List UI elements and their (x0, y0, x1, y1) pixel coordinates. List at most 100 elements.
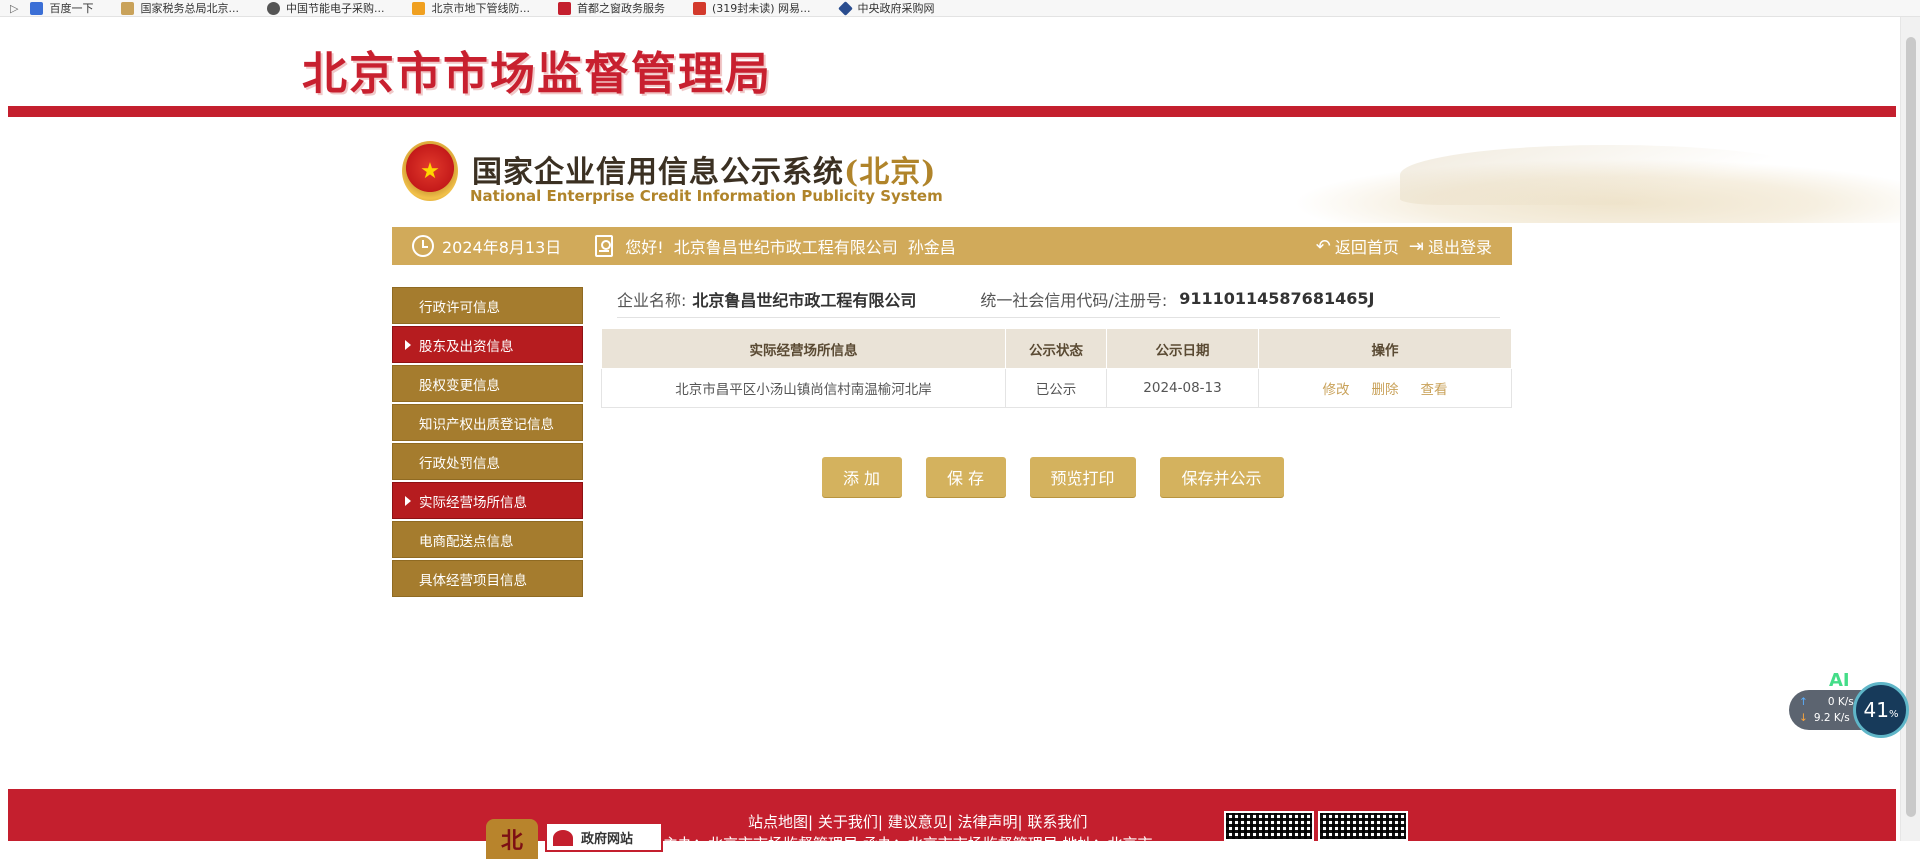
download-value: 9.2 (1813, 712, 1831, 724)
bookmark-favicon-icon (837, 0, 853, 16)
qr-code-icon (1224, 811, 1314, 841)
system-title-region: (北京) (844, 155, 937, 190)
view-link[interactable]: 查看 (1421, 382, 1448, 398)
top-banner: 北京市市场监督管理局 (8, 17, 1896, 117)
usage-percent-sign: % (1888, 708, 1899, 720)
sidebar-item-admin-penalty[interactable]: 行政处罚信息 (392, 443, 583, 480)
table-header-row: 实际经营场所信息 公示状态 公示日期 操作 (601, 328, 1512, 369)
footer-links: 站点地图| 关于我们| 建议意见| 法律声明| 联系我们 (748, 813, 1088, 831)
logged-in-user: 孙金昌 (907, 238, 956, 257)
bookmark-label: 百度一下 (49, 1, 94, 15)
save-button[interactable]: 保 存 (925, 457, 1006, 497)
preview-print-button[interactable]: 预览打印 (1029, 457, 1136, 497)
premises-table: 实际经营场所信息 公示状态 公示日期 操作 北京市昌平区小汤山镇尚信村南温榆河北… (601, 328, 1512, 408)
bookmarks-expand-icon[interactable]: ▷ (10, 2, 18, 15)
main-content: 企业名称: 北京鲁昌世纪市政工程有限公司 统一社会信用代码/注册号: 91110… (601, 280, 1512, 497)
national-emblem-icon: ★ (402, 141, 458, 201)
sidebar-item-business-projects[interactable]: 具体经营项目信息 (392, 560, 583, 597)
banner-divider (8, 106, 1896, 117)
bookmark-item[interactable]: (319封未读) 网易... (692, 1, 811, 15)
bookmark-favicon-icon (121, 1, 135, 15)
bookmark-favicon-icon (692, 1, 706, 15)
mountain-decoration (1280, 125, 1900, 223)
col-header-date: 公示日期 (1106, 328, 1259, 369)
add-button[interactable]: 添 加 (821, 457, 902, 497)
system-title: 国家企业信用信息公示系统(北京) (472, 147, 936, 191)
bookmark-label: 首都之窗政务服务 (576, 1, 665, 15)
info-bar: 2024年8月13日 您好! 北京鲁昌世纪市政工程有限公司 孙金昌 ↶ 返回首页 … (392, 227, 1512, 265)
cell-date: 2024-08-13 (1106, 368, 1259, 408)
usage-percent: 41 (1863, 698, 1889, 722)
footer-link-suggestions[interactable]: 建议意见 (888, 813, 948, 831)
action-buttons: 添 加 保 存 预览打印 保存并公示 (601, 457, 1512, 497)
bureau-title: 北京市市场监督管理局 (302, 47, 773, 100)
footer-link-sitemap[interactable]: 站点地图 (748, 813, 808, 831)
return-icon: ↶ (1315, 235, 1331, 257)
bookmark-label: 中央政府采购网 (857, 1, 935, 15)
sidebar-item-equity-change[interactable]: 股权变更信息 (392, 365, 583, 402)
sidebar-item-ip-pledge[interactable]: 知识产权出质登记信息 (392, 404, 583, 441)
home-link[interactable]: ↶ 返回首页 (1316, 234, 1399, 258)
sidebar-item-shareholders[interactable]: 股东及出资信息 (392, 326, 583, 363)
footer-host-info: 主办：北京市市场监督管理局 承办：北京市市场监督管理局 地址：北京市 (663, 835, 1153, 853)
sidebar-item-business-premises[interactable]: 实际经营场所信息 (392, 482, 583, 519)
table-row: 北京市昌平区小汤山镇尚信村南温榆河北岸 已公示 2024-08-13 修改 删除 查… (601, 368, 1512, 408)
bookmark-item[interactable]: 中央政府采购网 (837, 0, 935, 16)
info-bar-actions: ↶ 返回首页 ⇥ 退出登录 (1306, 234, 1492, 258)
logged-in-company: 北京鲁昌世纪市政工程有限公司 (673, 238, 898, 257)
beijing-emblem: 北 (486, 819, 538, 859)
bookmarks-bar: ▷ 百度一下 国家税务总局北京... 中国节能电子采购... 北京市地下管线防.… (0, 0, 1920, 17)
current-date: 2024年8月13日 (442, 238, 562, 257)
company-name-value: 北京鲁昌世纪市政工程有限公司 (692, 290, 917, 310)
qr-code-icon (1318, 811, 1408, 841)
logout-link[interactable]: ⇥ 退出登录 (1409, 234, 1492, 258)
bookmark-item[interactable]: 国家税务总局北京... (121, 1, 239, 15)
upload-value: 0 (1827, 696, 1835, 708)
bookmark-item[interactable]: 首都之窗政务服务 (557, 1, 665, 15)
gov-website-badge[interactable]: 政府网站 (545, 822, 663, 852)
download-speed: ↓ 9.2 K/s (1799, 712, 1850, 724)
cell-actions: 修改 删除 查看 (1258, 368, 1512, 408)
footer-link-contact[interactable]: 联系我们 (1027, 813, 1087, 831)
sidebar-item-admin-license[interactable]: 行政许可信息 (392, 287, 583, 324)
upload-arrow-icon: ↑ (1799, 696, 1808, 708)
bookmark-item[interactable]: 百度一下 (30, 1, 94, 15)
sidebar-nav: 行政许可信息 股东及出资信息 股权变更信息 知识产权出质登记信息 行政处罚信息 … (392, 287, 583, 599)
upload-unit: K/s (1837, 696, 1854, 708)
clock-icon (412, 235, 434, 257)
ai-label: AI (1829, 670, 1850, 691)
bookmark-favicon-icon (30, 1, 44, 15)
company-info-line: 企业名称: 北京鲁昌世纪市政工程有限公司 统一社会信用代码/注册号: 91110… (617, 280, 1500, 318)
download-arrow-icon: ↓ (1799, 712, 1808, 724)
system-header: ★ 国家企业信用信息公示系统(北京) National Enterprise C… (392, 117, 1900, 227)
page-footer: 北 政府网站 站点地图| 关于我们| 建议意见| 法律声明| 联系我们 主办：北… (8, 789, 1896, 859)
bookmark-favicon-icon (412, 1, 426, 15)
bookmark-label: 北京市地下管线防... (431, 1, 530, 15)
bookmark-item[interactable]: 北京市地下管线防... (412, 1, 530, 15)
cell-status: 已公示 (1005, 368, 1107, 408)
bookmark-favicon-icon (557, 1, 571, 15)
delete-link[interactable]: 删除 (1372, 382, 1399, 398)
user-icon (595, 235, 614, 257)
save-and-publish-button[interactable]: 保存并公示 (1159, 457, 1284, 497)
usage-gauge: 41% (1853, 682, 1909, 738)
bookmark-favicon-icon (266, 1, 280, 15)
bookmark-item[interactable]: 中国节能电子采购... (266, 1, 384, 15)
download-unit: K/s (1833, 712, 1850, 724)
sidebar-item-ecommerce-delivery[interactable]: 电商配送点信息 (392, 521, 583, 558)
col-header-status: 公示状态 (1005, 328, 1107, 369)
footer-link-about[interactable]: 关于我们 (818, 813, 878, 831)
company-name-label: 企业名称: (617, 290, 687, 310)
credit-code-value: 91110114587681465J (1179, 289, 1375, 308)
footer-link-legal[interactable]: 法律声明 (958, 813, 1018, 831)
edit-link[interactable]: 修改 (1323, 382, 1350, 398)
bookmark-label: 国家税务总局北京... (140, 1, 239, 15)
credit-code-label: 统一社会信用代码/注册号: (980, 290, 1168, 310)
home-link-label: 返回首页 (1334, 238, 1399, 257)
system-title-english: National Enterprise Credit Information P… (470, 187, 943, 205)
network-speed-widget[interactable]: AI ↑ 0 K/s ↓ 9.2 K/s 41% (1789, 670, 1909, 740)
system-title-main: 国家企业信用信息公示系统 (472, 155, 844, 190)
col-header-address: 实际经营场所信息 (601, 328, 1006, 369)
cell-address: 北京市昌平区小汤山镇尚信村南温榆河北岸 (601, 368, 1006, 408)
upload-speed: ↑ 0 K/s (1799, 696, 1854, 708)
